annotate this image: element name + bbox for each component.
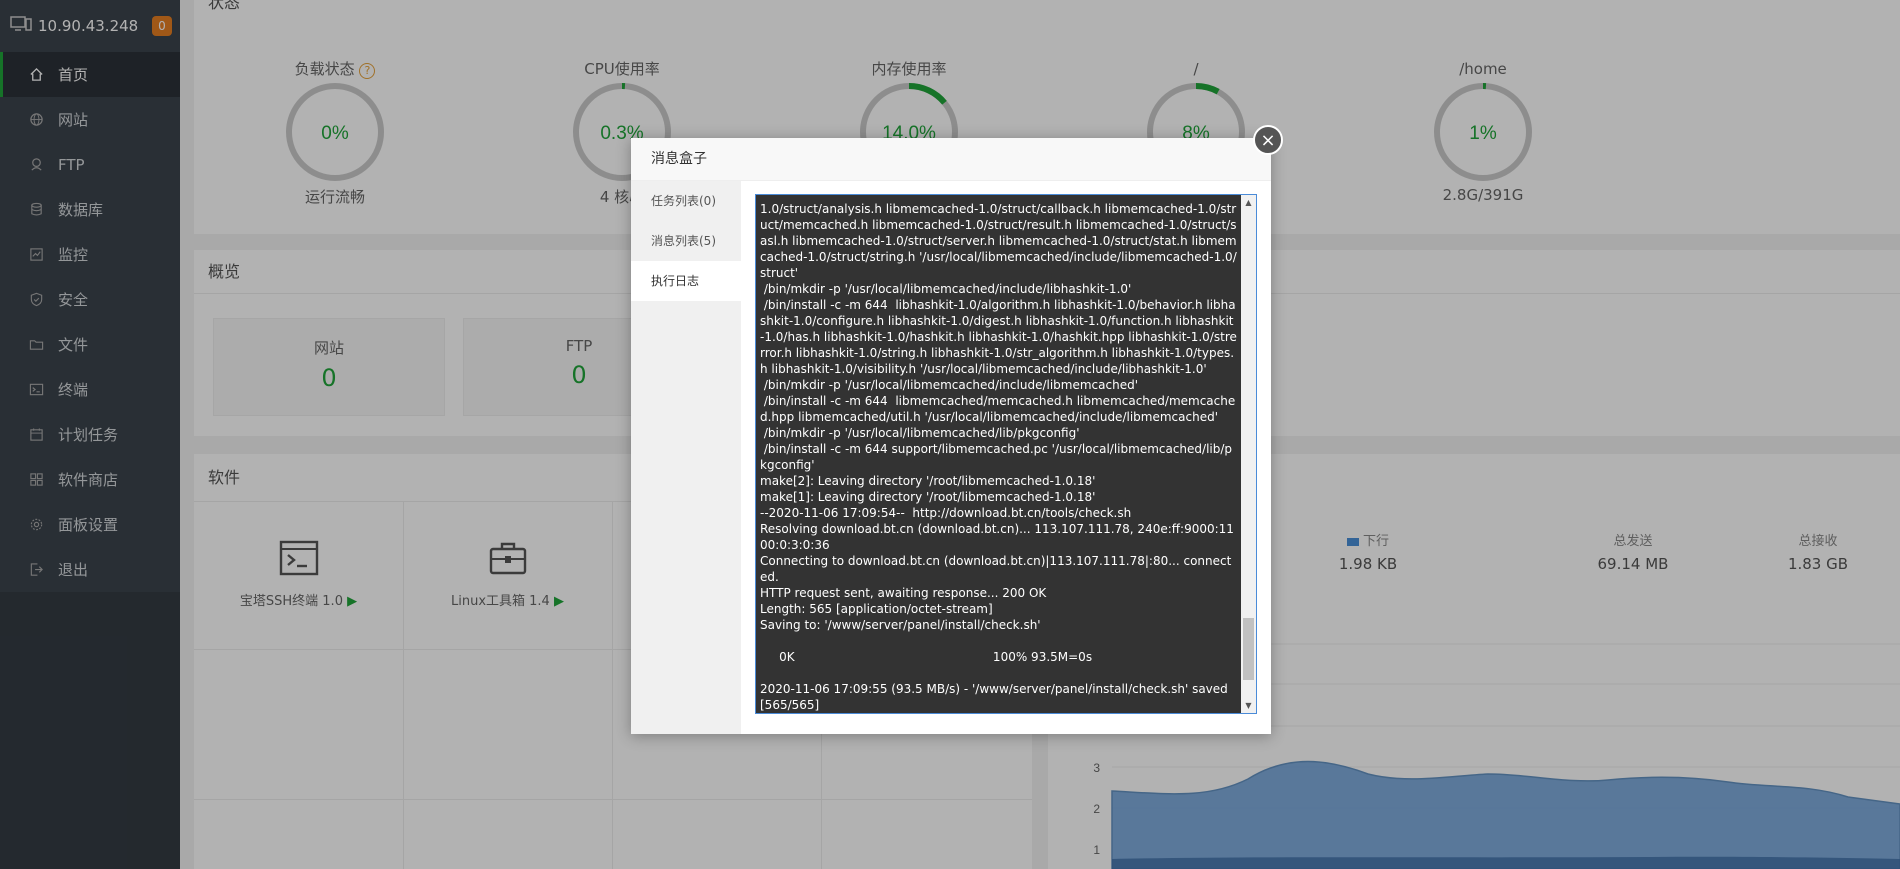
modal-tab-list: 任务列表(0) 消息列表(5) 执行日志 <box>631 181 741 734</box>
log-scrollbar[interactable]: ▲ ▼ <box>1241 195 1256 713</box>
tab-exec-log[interactable]: 执行日志 <box>631 261 741 301</box>
scroll-down-icon[interactable]: ▼ <box>1241 698 1256 713</box>
exec-log-textarea[interactable]: 1.0/struct/analysis.h libmemcached-1.0/s… <box>755 194 1257 714</box>
scroll-thumb[interactable] <box>1243 618 1254 680</box>
exec-log-content: 1.0/struct/analysis.h libmemcached-1.0/s… <box>760 202 1237 712</box>
close-icon[interactable]: × <box>1253 125 1283 155</box>
tab-message-list[interactable]: 消息列表(5) <box>631 221 741 261</box>
message-box-modal: 消息盒子 × 任务列表(0) 消息列表(5) 执行日志 1.0/struct/a… <box>631 125 1283 734</box>
scroll-up-icon[interactable]: ▲ <box>1241 195 1256 210</box>
modal-title: 消息盒子 <box>631 138 1271 181</box>
tab-task-list[interactable]: 任务列表(0) <box>631 181 741 221</box>
